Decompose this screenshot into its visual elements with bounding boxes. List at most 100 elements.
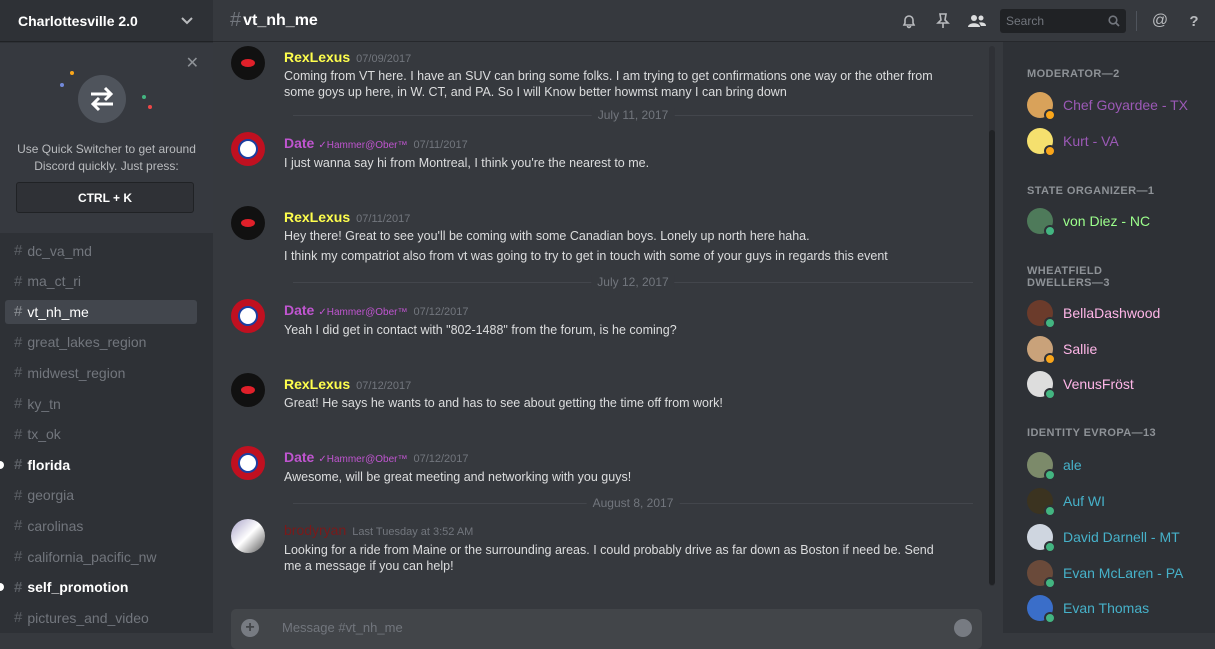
author-name[interactable]: RexLexus: [284, 209, 350, 225]
channel-item[interactable]: # california_pacific_nw: [5, 545, 197, 569]
date-divider: August 8, 2017: [293, 496, 973, 510]
author-name[interactable]: RexLexus: [284, 49, 350, 65]
status-online-icon: [1044, 505, 1056, 517]
help-icon[interactable]: ?: [1183, 10, 1205, 32]
member-item[interactable]: Evan McLaren - PA: [1027, 558, 1184, 589]
hash-icon: #: [14, 425, 23, 443]
status-online-icon: [1044, 388, 1056, 400]
emoji-icon[interactable]: [954, 619, 972, 637]
member-category-title: MODERATOR—2: [1027, 68, 1120, 80]
member-name: Auf WI: [1063, 493, 1106, 509]
channel-item[interactable]: # great_lakes_region: [5, 330, 197, 354]
member-avatar: [1027, 300, 1056, 329]
timestamp: 07/12/2017: [356, 380, 412, 392]
member-name: ale: [1063, 457, 1082, 473]
hash-icon: #: [14, 578, 23, 596]
member-item[interactable]: ale: [1027, 450, 1082, 481]
member-avatar: [1027, 336, 1056, 365]
channel-label: georgia: [27, 487, 75, 504]
user-signature: ✓Hammer@Ober™: [318, 454, 408, 465]
status-idle-icon: [1044, 145, 1056, 157]
server-header[interactable]: Charlottesville 2.0: [0, 0, 213, 42]
message-list: RexLexus 07/09/2017 Coming from VT here.…: [213, 42, 989, 597]
member-item[interactable]: Sallie: [1027, 334, 1097, 365]
pin-icon[interactable]: [932, 10, 954, 32]
status-online-icon: [1044, 469, 1056, 481]
channel-item-unread[interactable]: # florida: [0, 453, 197, 477]
member-name: Evan McLaren - PA: [1063, 565, 1184, 581]
channel-item[interactable]: # carolinas: [5, 514, 197, 538]
channel-item[interactable]: # georgia: [5, 483, 197, 507]
member-item[interactable]: von Diez - NC: [1027, 206, 1151, 237]
channel-item[interactable]: # midwest_region: [5, 361, 197, 385]
member-item[interactable]: BellaDashwood: [1027, 298, 1161, 329]
avatar[interactable]: [231, 446, 265, 480]
channel-item-unread[interactable]: # self_promotion: [0, 575, 197, 599]
author-name[interactable]: Date: [284, 449, 314, 465]
mention-icon[interactable]: @: [1149, 10, 1171, 32]
member-item[interactable]: Auf WI: [1027, 486, 1106, 517]
message-text: Awesome, will be great meeting and netwo…: [284, 470, 632, 484]
scrollbar-thumb[interactable]: [989, 130, 995, 585]
author-name[interactable]: brodyryan: [284, 522, 346, 538]
hash-icon: #: [14, 486, 23, 504]
channel-item[interactable]: # ma_ct_ri: [5, 269, 197, 293]
author-name[interactable]: Date: [284, 135, 314, 151]
date-divider: July 11, 2017: [293, 108, 973, 122]
member-item[interactable]: VenusFröst: [1027, 369, 1134, 400]
avatar[interactable]: [231, 132, 265, 166]
hash-icon: #: [14, 517, 23, 535]
avatar[interactable]: [231, 46, 265, 80]
shortcut-key-badge[interactable]: CTRL + K: [16, 182, 194, 213]
member-avatar: [1027, 371, 1056, 400]
date-divider: July 12, 2017: [293, 275, 973, 289]
message-text: Coming from VT here. I have an SUV can b…: [284, 69, 933, 99]
channel-title: # vt_nh_me: [230, 9, 318, 32]
channel-item[interactable]: # dc_va_md: [5, 239, 197, 263]
author-name[interactable]: Date: [284, 302, 314, 318]
search-icon: [1108, 15, 1120, 27]
channel-item[interactable]: # ky_tn: [5, 392, 197, 416]
chevron-down-icon[interactable]: [179, 13, 195, 29]
close-icon[interactable]: ✕: [186, 53, 199, 73]
hash-icon: #: [14, 609, 23, 627]
member-name: von Diez - NC: [1063, 213, 1151, 229]
user-signature: ✓Hammer@Ober™: [318, 307, 408, 318]
status-idle-icon: [1044, 353, 1056, 365]
member-item[interactable]: Evan Thomas: [1027, 593, 1150, 624]
member-name: Chef Goyardee - TX: [1063, 97, 1189, 113]
timestamp: 07/09/2017: [356, 53, 412, 65]
channel-title-text: vt_nh_me: [243, 11, 318, 29]
members-icon[interactable]: [966, 10, 988, 32]
member-name: BellaDashwood: [1063, 305, 1161, 321]
member-name: Evan Thomas: [1063, 600, 1150, 616]
hash-icon: #: [14, 456, 23, 474]
member-item[interactable]: David Darnell - MT: [1027, 522, 1180, 553]
message-header: Date ✓Hammer@Ober™ 07/12/2017: [284, 302, 469, 318]
member-item[interactable]: Kurt - VA: [1027, 126, 1119, 157]
channel-item[interactable]: # tx_ok: [5, 422, 197, 446]
member-category-title: IDENTITY EVROPA—13: [1027, 427, 1157, 439]
avatar[interactable]: [231, 206, 265, 240]
avatar[interactable]: [231, 299, 265, 333]
upload-plus-icon[interactable]: +: [241, 619, 259, 637]
channel-header: # vt_nh_me Search @ ?: [213, 0, 1215, 42]
timestamp: 07/12/2017: [413, 306, 469, 318]
author-name[interactable]: RexLexus: [284, 376, 350, 392]
status-idle-icon: [1044, 109, 1056, 121]
member-list: MODERATOR—2 Chef Goyardee - TX Kurt - VA…: [1003, 42, 1215, 633]
search-input[interactable]: Search: [1000, 9, 1126, 33]
channel-item-active[interactable]: # vt_nh_me: [5, 299, 197, 324]
message-header: Date ✓Hammer@Ober™ 07/12/2017: [284, 449, 469, 465]
channel-item[interactable]: # pictures_and_video: [5, 606, 197, 630]
hash-icon: #: [230, 9, 242, 31]
avatar[interactable]: [231, 519, 265, 553]
member-item[interactable]: Chef Goyardee - TX: [1027, 90, 1189, 121]
avatar[interactable]: [231, 373, 265, 407]
member-category-title: STATE ORGANIZER—1: [1027, 185, 1155, 197]
bell-icon[interactable]: [898, 10, 920, 32]
status-online-icon: [1044, 317, 1056, 329]
message-input[interactable]: + Message #vt_nh_me: [231, 609, 982, 649]
hash-icon: #: [14, 364, 23, 382]
member-avatar: [1027, 595, 1056, 624]
